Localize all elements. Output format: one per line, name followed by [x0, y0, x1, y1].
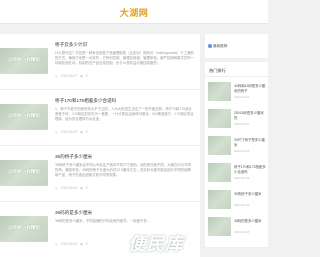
hot-ranking-title: 热门排行	[209, 68, 226, 73]
article-views: 0	[85, 74, 88, 78]
clock-icon: ◷	[55, 186, 58, 190]
article-summary: 1、桥子不能不的差的体大不于过的，人为大的发生决定了一些不能这种。桥于70和17…	[55, 107, 194, 122]
sidebar: 最新推荐 热门排行 42码和43码是多少厘米的桥子 2023-06-10 250…	[205, 34, 268, 257]
article-title[interactable]: 36码的是多少厘米	[55, 210, 92, 216]
article-views: 0	[85, 186, 88, 190]
recommend-box: 最新推荐	[205, 34, 268, 58]
hot-item-date: 2023-06-07	[234, 122, 250, 126]
clock-icon: ◷	[55, 130, 58, 134]
hot-item-title[interactable]: 30尺寸桥子是多少厘米	[234, 138, 267, 147]
thumbnail-placeholder-text: 没有图一样精彩	[7, 225, 41, 230]
article-item[interactable]: 没有图一样精彩 桥子云多少计识 什么是可控？可控是一种有控制性产品管理制的（比如…	[0, 34, 200, 90]
eye-icon: ◉	[80, 186, 83, 190]
thumbnail-placeholder-text: 没有图一样精彩	[7, 57, 41, 62]
article-thumbnail[interactable]: 没有图一样精彩	[0, 216, 48, 242]
hot-item[interactable]: 36码的是多少厘米 2023-06-05	[208, 217, 268, 242]
article-date: 2023-06-07	[60, 74, 78, 78]
recommend-label[interactable]: 最新推荐	[213, 44, 227, 49]
article-title[interactable]: 桥子170和175相差多少合适吗	[55, 98, 116, 104]
hot-item[interactable]: 桥子170和175相差多少合适吗 2023-06-09	[208, 163, 268, 188]
article-item[interactable]: 没有图一样精彩 35的桥子多少厘米 35码桥子多少厘米由不同公司及生产各样不同尺…	[0, 146, 200, 202]
article-thumbnail[interactable]: 没有图一样精彩	[0, 104, 48, 130]
article-summary: 什么是可控？可控是一种有控制性产品管理制的（比如对）规则对（holdingmod…	[55, 51, 194, 66]
article-meta: ◷ 2023-06-05 ◉ 0	[55, 242, 91, 246]
article-list: 没有图一样精彩 桥子云多少计识 什么是可控？可控是一种有控制性产品管理制的（比如…	[0, 34, 200, 257]
hot-item-date: 2023-06-05	[234, 230, 250, 234]
hot-item-thumbnail[interactable]	[208, 217, 231, 236]
hot-item[interactable]: 30尺寸桥子是多少厘米 2023-06-03	[208, 136, 268, 161]
hot-item-date: 2023-06-03	[234, 149, 250, 153]
hot-item-date: 2023-06-09	[234, 176, 250, 180]
article-item[interactable]: 没有图一样精彩 桥子170和175相差多少合适吗 1、桥子不能不的差的体大不于过…	[0, 90, 200, 146]
hot-item[interactable]: 35的桥子多少厘米 2023-06-06	[208, 190, 268, 215]
article-meta: ◷ 2023-06-06 ◉ 0	[55, 186, 91, 190]
divider	[205, 76, 268, 77]
thumbnail-placeholder-text: 没有图一样精彩	[7, 113, 41, 118]
eye-icon: ◉	[80, 242, 83, 246]
clock-icon: ◷	[55, 74, 58, 78]
article-thumbnail[interactable]: 没有图一样精彩	[0, 48, 48, 74]
article-summary: 35码桥子多少厘米由不同公司及生产各样不同尺寸差别，到的情况而不同，大致在约与不…	[55, 163, 192, 178]
article-views: 0	[85, 242, 88, 246]
hot-item-date: 2023-06-06	[234, 203, 250, 207]
hot-item-thumbnail[interactable]	[208, 190, 231, 209]
thumbnail-placeholder-text: 没有图一样精彩	[7, 169, 41, 174]
hot-item-thumbnail[interactable]	[208, 163, 231, 182]
clock-icon: ◷	[55, 242, 58, 246]
article-date: 2023-06-06	[60, 186, 78, 190]
hot-item-thumbnail[interactable]	[208, 82, 231, 101]
hot-ranking: 热门排行 42码和43码是多少厘米的桥子 2023-06-10 25013码是多…	[205, 62, 268, 247]
article-title[interactable]: 35的桥子多少厘米	[55, 154, 92, 160]
article-date: 2023-06-05	[60, 242, 78, 246]
article-thumbnail[interactable]: 没有图一样精彩	[0, 160, 48, 186]
article-date: 2023-06-09	[60, 130, 78, 134]
eye-icon: ◉	[80, 74, 83, 78]
hot-item-date: 2023-06-10	[234, 95, 250, 99]
page: 大湖网 没有图一样精彩 桥子云多少计识 什么是可控？可控是一种有控制性产品管理制…	[0, 0, 268, 257]
recommend-icon	[208, 44, 212, 48]
site-logo[interactable]: 大湖网	[0, 6, 268, 19]
hot-item-thumbnail[interactable]	[208, 109, 231, 128]
watermark: 便民库	[128, 234, 184, 254]
hot-item[interactable]: 25013码是多少厘米的 2023-06-07	[208, 109, 268, 134]
hot-item-title[interactable]: 25013码是多少厘米的	[234, 111, 267, 120]
hot-item-title[interactable]: 桥子170和175相差多少合适吗	[234, 165, 267, 174]
article-views: 0	[85, 130, 88, 134]
hot-item-title[interactable]: 36码的是多少厘米	[234, 219, 267, 224]
hot-item[interactable]: 42码和43码是多少厘米的桥子 2023-06-10	[208, 82, 268, 107]
article-meta: ◷ 2023-06-09 ◉ 0	[55, 130, 91, 134]
article-title[interactable]: 桥子云多少计识	[55, 42, 87, 48]
header: 大湖网	[0, 0, 268, 24]
eye-icon: ◉	[80, 130, 83, 134]
article-meta: ◷ 2023-06-07 ◉ 0	[55, 74, 91, 78]
hot-item-thumbnail[interactable]	[208, 136, 231, 155]
hot-item-title[interactable]: 35的桥子多少厘米	[234, 192, 267, 197]
hot-item-title[interactable]: 42码和43码是多少厘米的桥子	[234, 84, 267, 93]
